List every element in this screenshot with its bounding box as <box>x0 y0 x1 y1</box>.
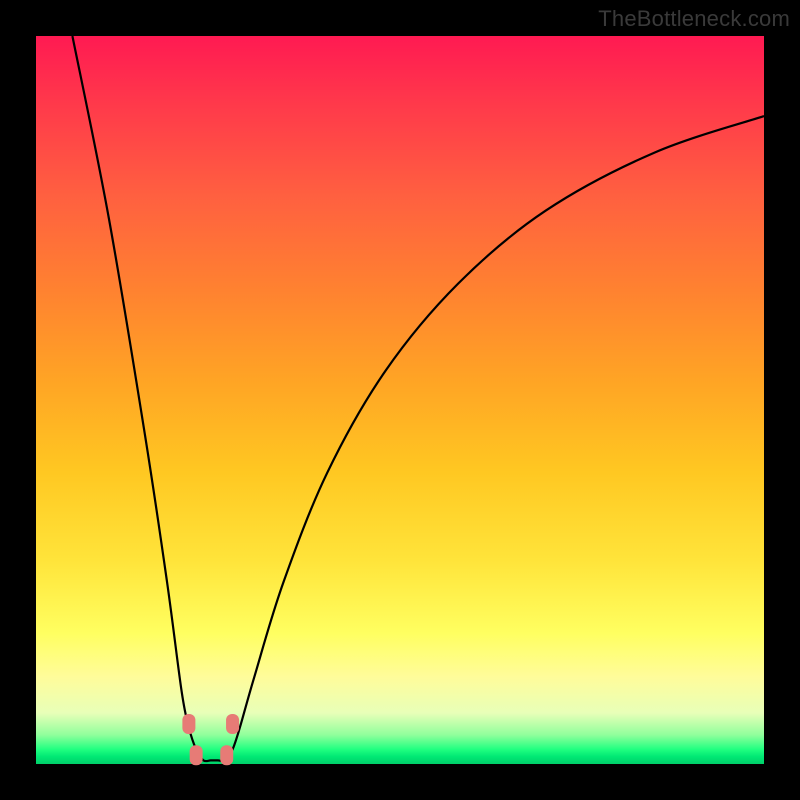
curve-marker <box>226 714 239 734</box>
chart-frame: TheBottleneck.com <box>0 0 800 800</box>
curve-marker <box>220 745 233 765</box>
curve-marker <box>190 745 203 765</box>
marker-layer <box>182 714 239 765</box>
watermark-text: TheBottleneck.com <box>598 6 790 32</box>
plot-area <box>36 36 764 764</box>
curve-marker <box>182 714 195 734</box>
curve-layer <box>36 36 764 764</box>
bottleneck-curve <box>72 36 764 761</box>
